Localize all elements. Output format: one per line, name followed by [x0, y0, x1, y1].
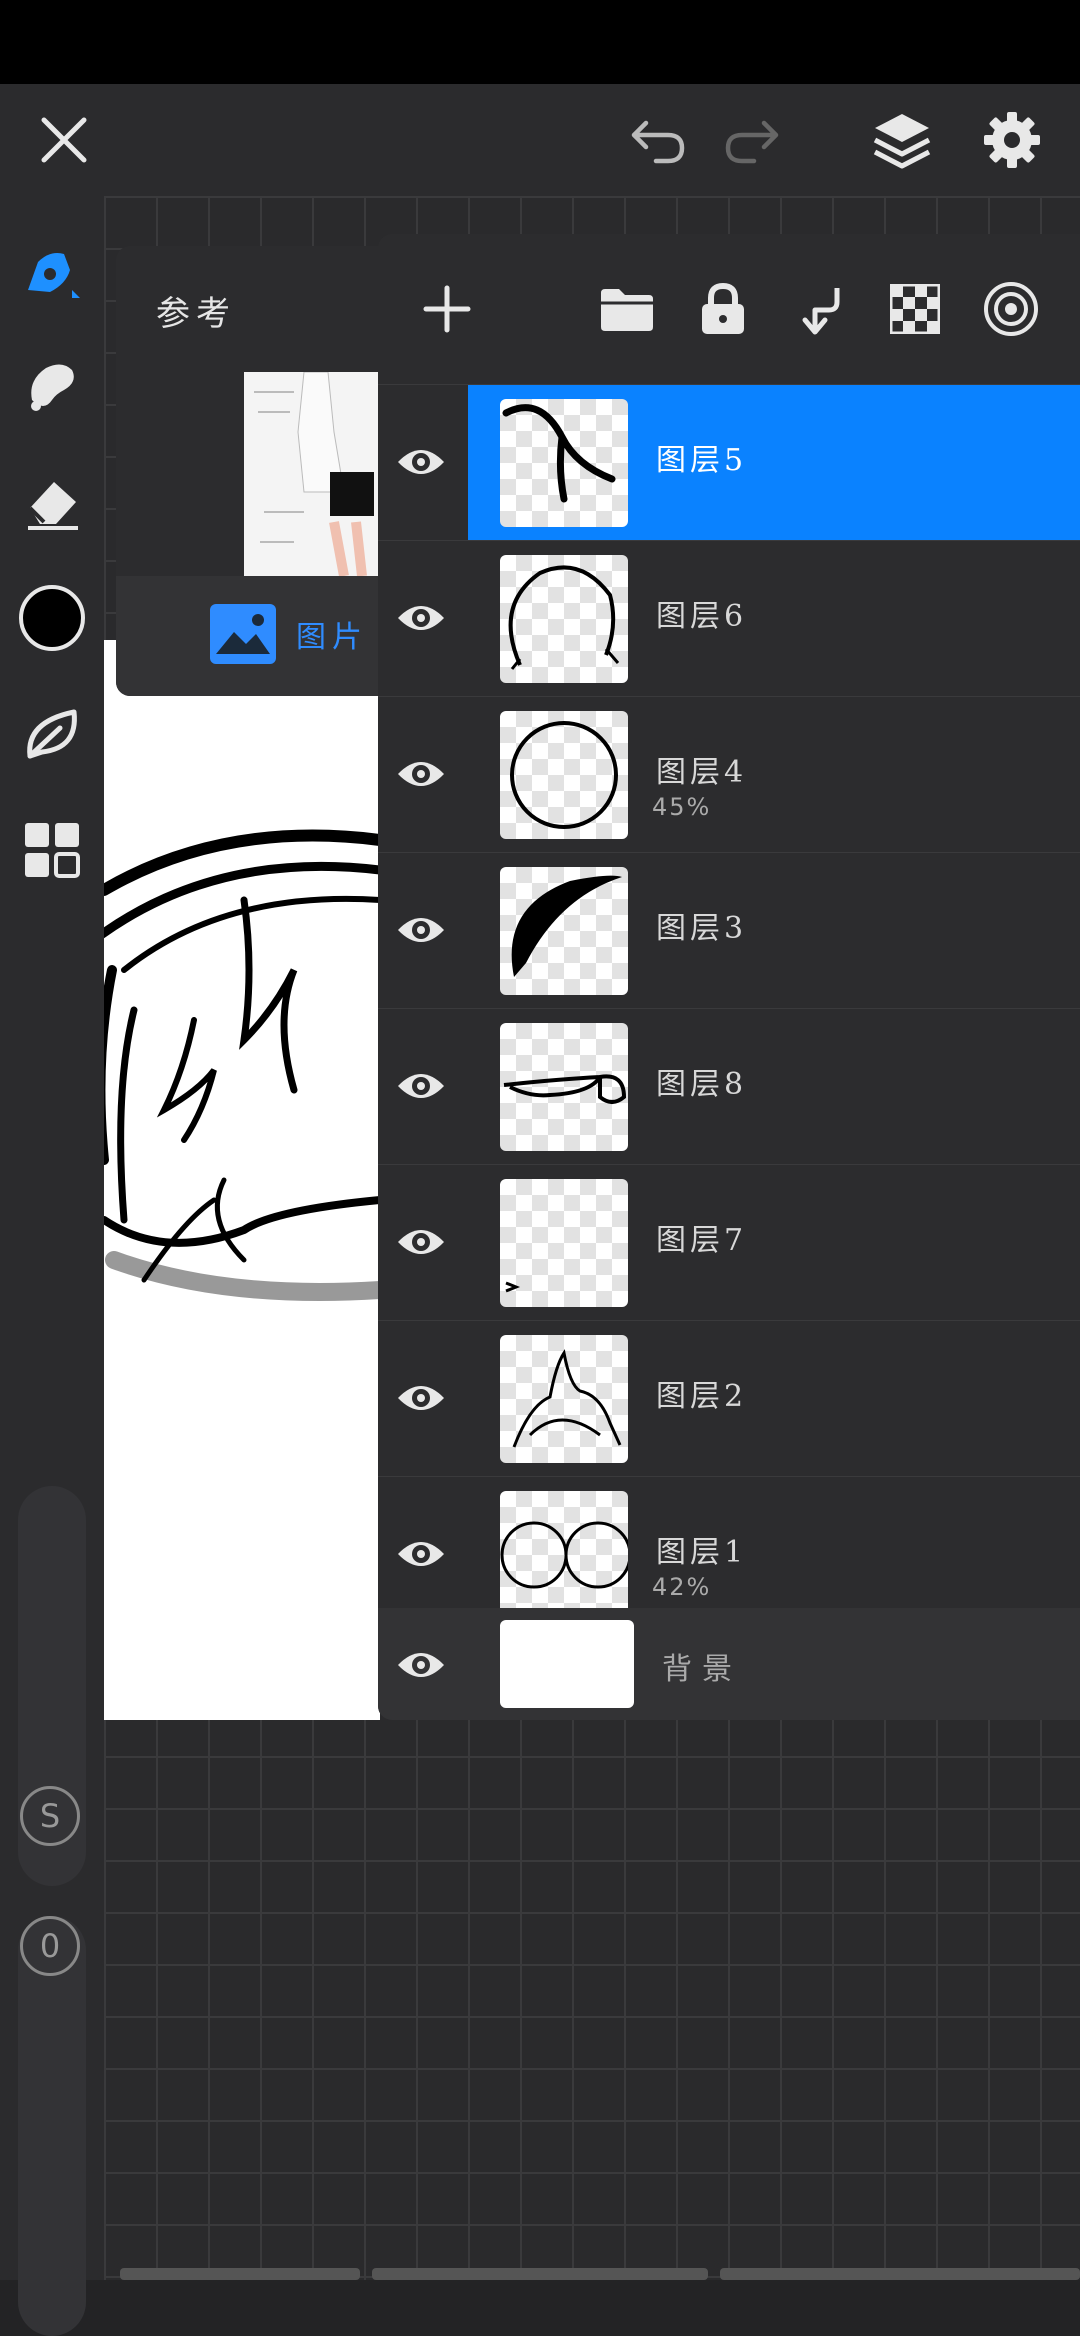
- background-layer-name: 背景: [662, 1652, 742, 1687]
- canvas-drawing: [104, 829, 380, 1301]
- layer-opacity: 45%: [652, 793, 712, 821]
- close-icon[interactable]: [24, 84, 104, 196]
- eye-icon[interactable]: [388, 897, 454, 963]
- folder-icon[interactable]: [592, 274, 662, 344]
- opacity-badge: 0: [20, 1916, 80, 1976]
- status-bar: [0, 0, 1080, 84]
- layers-toolbar: [378, 234, 1080, 384]
- left-toolbar: S 0: [0, 196, 104, 2336]
- layer-thumbnail: [500, 1335, 628, 1463]
- smudge-icon[interactable]: [0, 338, 104, 434]
- layer-row[interactable]: 图层4 45%: [378, 696, 1080, 853]
- eye-icon[interactable]: [388, 1365, 454, 1431]
- eye-icon[interactable]: [388, 1209, 454, 1275]
- layer-thumbnail: [500, 1023, 628, 1151]
- checkerboard-icon[interactable]: [880, 274, 950, 344]
- layer-name: 图层4: [656, 755, 748, 790]
- layer-row[interactable]: 图层7: [378, 1164, 1080, 1321]
- background-layer-row[interactable]: 背景: [378, 1608, 1080, 1720]
- bottom-tab[interactable]: [372, 2268, 708, 2280]
- image-icon: [210, 604, 276, 664]
- layer-name: 图层3: [656, 911, 748, 946]
- layer-thumbnail: [500, 1491, 628, 1619]
- lock-icon[interactable]: [688, 274, 758, 344]
- layer-name: 图层7: [656, 1223, 748, 1258]
- layer-row[interactable]: 图层2: [378, 1320, 1080, 1477]
- layer-thumbnail: [500, 867, 628, 995]
- eye-icon[interactable]: [388, 1521, 454, 1587]
- redo-icon[interactable]: [712, 84, 792, 196]
- merge-down-icon[interactable]: [784, 274, 854, 344]
- reference-image[interactable]: [244, 372, 384, 576]
- settings-icon[interactable]: [970, 84, 1054, 196]
- bottom-tab[interactable]: [720, 2268, 1080, 2280]
- leaf-icon[interactable]: [0, 686, 104, 782]
- layers-icon[interactable]: [860, 84, 944, 196]
- layer-row[interactable]: 图层6: [378, 540, 1080, 697]
- layer-name: 图层2: [656, 1379, 748, 1414]
- reference-label: 参考: [156, 294, 236, 334]
- layer-name: 图层6: [656, 599, 748, 634]
- layer-thumbnail: [500, 711, 628, 839]
- bottom-bar: [120, 2268, 1080, 2280]
- reference-tab-label: 图片: [296, 620, 368, 655]
- eye-icon[interactable]: [388, 741, 454, 807]
- background-thumbnail: [500, 1620, 634, 1708]
- layer-name: 图层8: [656, 1067, 748, 1102]
- eye-icon[interactable]: [388, 1632, 454, 1698]
- undo-icon[interactable]: [618, 84, 698, 196]
- layer-name: 图层5: [656, 443, 748, 478]
- layer-opacity: 42%: [652, 1573, 712, 1601]
- layer-thumbnail: [500, 555, 628, 683]
- reference-image-tab[interactable]: 图片: [116, 576, 396, 696]
- layer-thumbnail: [500, 1179, 628, 1307]
- size-badge: S: [20, 1786, 80, 1846]
- eye-icon[interactable]: [388, 1053, 454, 1119]
- brush-icon[interactable]: [0, 224, 104, 320]
- layer-row[interactable]: 图层5: [378, 384, 1080, 541]
- layers-panel: 图层5 图层6 图层4 45% 图层3 图层8 图层7 图层2 图层1 42% 背景: [378, 234, 1080, 1720]
- brush-opacity-slider[interactable]: 0: [18, 1916, 86, 2336]
- grid-icon[interactable]: [0, 802, 104, 898]
- layer-row[interactable]: 图层3: [378, 852, 1080, 1009]
- layer-thumbnail: [500, 399, 628, 527]
- color-swatch[interactable]: [0, 570, 104, 666]
- top-bar: [0, 84, 1080, 196]
- eye-icon[interactable]: [388, 585, 454, 651]
- eraser-icon[interactable]: [0, 454, 104, 550]
- layer-row[interactable]: 图层8: [378, 1008, 1080, 1165]
- target-icon[interactable]: [976, 274, 1046, 344]
- reference-panel: 参考 图片: [116, 246, 396, 696]
- add-icon[interactable]: [412, 274, 482, 344]
- bottom-tab[interactable]: [120, 2268, 360, 2280]
- eye-icon[interactable]: [388, 429, 454, 495]
- drawing-canvas[interactable]: [104, 640, 380, 1720]
- brush-size-slider[interactable]: S: [18, 1486, 86, 1886]
- layer-name: 图层1: [656, 1535, 748, 1570]
